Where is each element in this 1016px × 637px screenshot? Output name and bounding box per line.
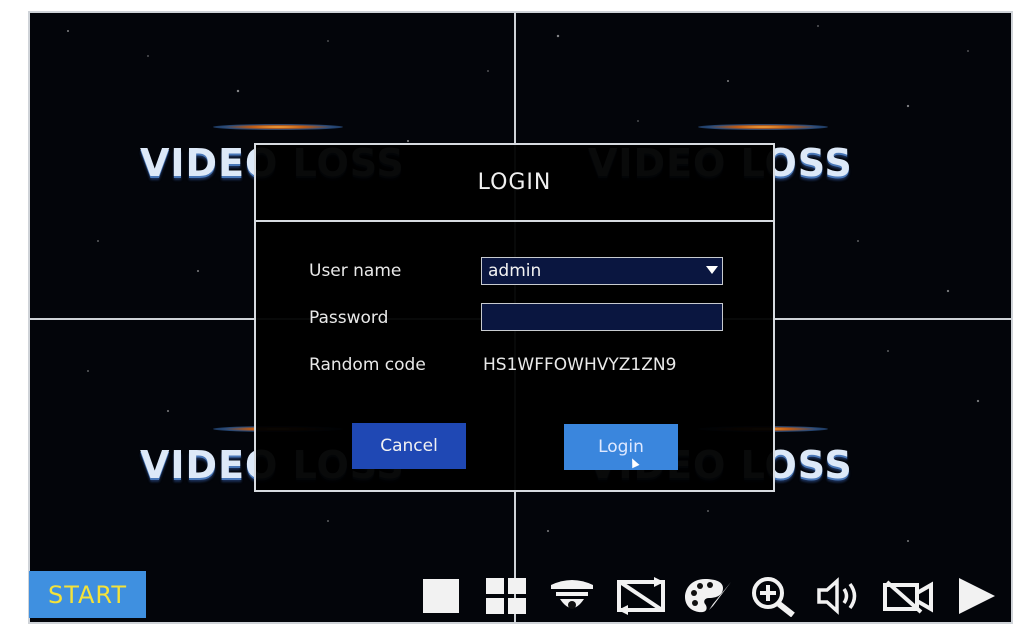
color-palette-icon[interactable] xyxy=(682,574,734,618)
play-icon[interactable] xyxy=(955,574,999,618)
ptz-dome-camera-icon[interactable] xyxy=(548,574,596,618)
username-select[interactable]: admin xyxy=(481,257,723,285)
random-code-value: HS1WFFOWHVYZ1ZN9 xyxy=(483,355,677,375)
single-view-icon[interactable] xyxy=(420,574,462,618)
dialog-title: LOGIN xyxy=(256,145,773,222)
username-label: User name xyxy=(309,261,402,281)
password-field[interactable] xyxy=(481,303,723,331)
login-dialog: LOGIN User name admin Password Random co… xyxy=(254,143,775,492)
chevron-down-icon[interactable] xyxy=(706,266,718,274)
password-label: Password xyxy=(309,308,389,328)
start-button[interactable]: START xyxy=(29,571,146,618)
planet-glow-2 xyxy=(698,124,828,130)
zoom-in-icon[interactable] xyxy=(748,574,798,618)
random-code-label: Random code xyxy=(309,355,426,375)
cancel-button[interactable]: Cancel xyxy=(352,423,466,469)
quad-view-icon[interactable] xyxy=(483,574,529,618)
record-off-camera-icon[interactable] xyxy=(880,574,938,618)
audio-speaker-icon[interactable] xyxy=(815,574,865,618)
username-value: admin xyxy=(488,261,542,281)
planet-glow-1 xyxy=(213,124,343,130)
login-button[interactable]: Login xyxy=(564,424,678,470)
sequence-cycle-icon[interactable] xyxy=(613,574,669,618)
